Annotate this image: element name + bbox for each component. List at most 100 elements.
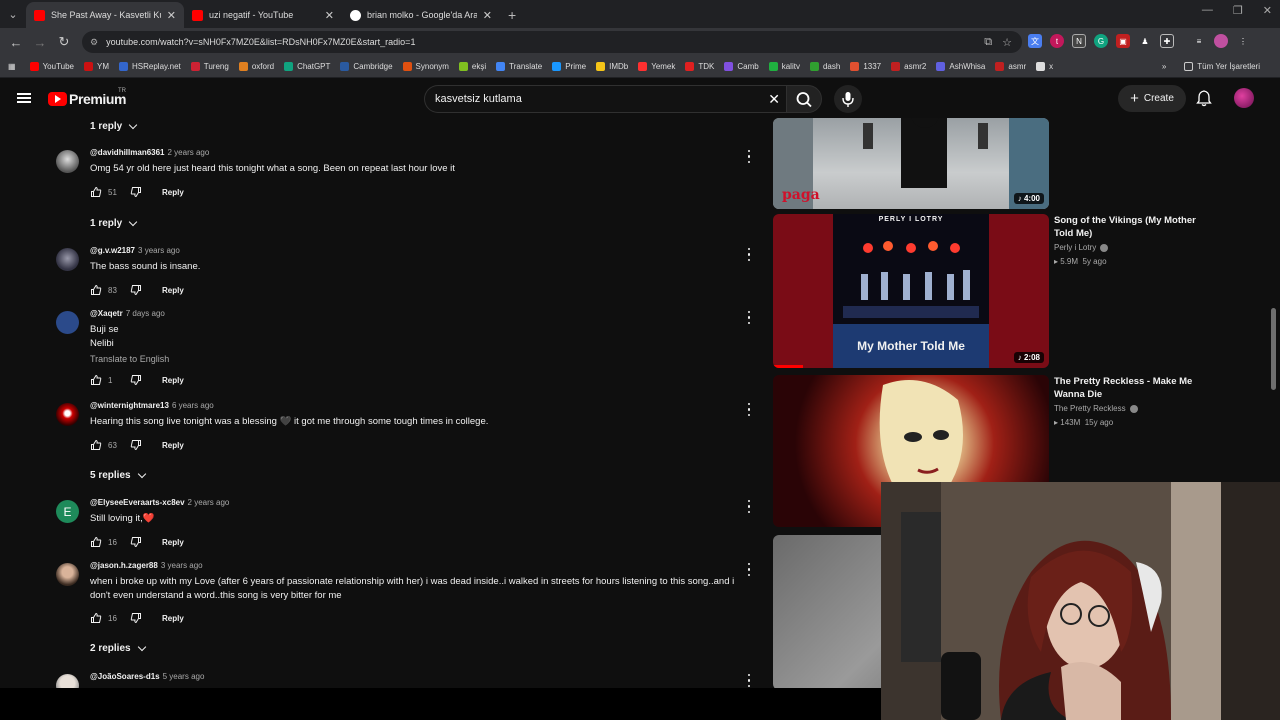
comment-menu-icon[interactable] [747,311,751,324]
bookmark-item[interactable]: Yemek [638,62,675,71]
video-thumbnail[interactable]: paga ♪ 4:00 [773,118,1049,209]
avatar[interactable]: E [56,500,79,523]
apps-grid-icon[interactable]: ▦ [8,62,16,71]
video-title[interactable]: The Pretty Reckless - Make Me Wanna Die [1054,375,1214,401]
browser-menu-icon[interactable]: ⋮ [1236,34,1250,48]
view-replies-toggle[interactable]: 2 replies [90,642,146,654]
bookmark-item[interactable]: HSReplay.net [119,62,181,71]
like-icon[interactable] [90,374,102,386]
comment-time[interactable]: 2 years ago [168,148,210,157]
notifications-bell-icon[interactable] [1196,90,1212,112]
account-avatar[interactable] [1234,88,1254,108]
tab-search-button[interactable]: ⌄ [0,0,26,28]
comment-time[interactable]: 5 years ago [163,672,205,681]
bookmark-item[interactable]: YouTube [29,62,74,71]
comment-author[interactable]: @g.v.w2187 [90,246,135,255]
comment-time[interactable]: 2 years ago [188,498,230,507]
bookmarks-overflow-icon[interactable]: » [1162,62,1166,71]
like-icon[interactable] [90,612,102,624]
view-replies-toggle[interactable]: 1 reply [90,217,138,229]
like-icon[interactable] [90,186,102,198]
bookmark-item[interactable]: Tureng [190,62,229,71]
avatar[interactable] [56,674,79,688]
avatar[interactable] [56,248,79,271]
dislike-icon[interactable] [130,536,142,548]
reply-button[interactable]: Reply [162,441,184,450]
comment-time[interactable]: 3 years ago [161,561,203,570]
comment-menu-icon[interactable] [747,403,751,416]
video-channel[interactable]: Perly i Lotry [1054,243,1109,252]
bookmark-item[interactable]: dash [809,62,840,71]
close-tab-icon[interactable]: ✕ [483,9,492,22]
comment-time[interactable]: 6 years ago [172,401,214,410]
comment-author[interactable]: @JoãoSoares-d1s [90,672,160,681]
close-tab-icon[interactable]: ✕ [167,9,176,22]
translate-extension-icon[interactable]: 文 [1028,34,1042,48]
extension-t-icon[interactable]: t [1050,34,1064,48]
reply-button[interactable]: Reply [162,188,184,197]
extension-red-icon[interactable]: ▣ [1116,34,1130,48]
tab-she-past-away[interactable]: She Past Away - Kasvetli Kutlam ✕ [26,2,184,28]
comment-menu-icon[interactable] [747,248,751,261]
clear-search-icon[interactable]: ✕ [768,91,780,108]
avatar[interactable] [56,563,79,586]
close-tab-icon[interactable]: ✕ [325,9,334,22]
comment-author[interactable]: @davidhillman6361 [90,148,165,157]
bookmark-item[interactable]: Translate [496,62,542,71]
bookmark-item[interactable]: Cambridge [340,62,393,71]
create-button[interactable]: + Create [1118,85,1186,112]
install-app-icon[interactable]: ⧉ [984,36,992,49]
comment-menu-icon[interactable] [747,150,751,163]
profile-avatar-icon[interactable] [1214,34,1228,48]
comment-time[interactable]: 7 days ago [126,309,165,318]
maximize-icon[interactable]: ❐ [1233,4,1243,17]
bookmark-item[interactable]: Synonym [402,62,449,71]
url-bar[interactable]: ⚙ youtube.com/watch?v=sNH0Fx7MZ0E&list=R… [82,31,1022,53]
close-window-icon[interactable]: ✕ [1263,4,1272,17]
site-info-icon[interactable]: ⚙ [90,37,98,48]
search-input[interactable]: kasvetsiz kutlama ✕ [424,85,788,113]
bookmark-item[interactable]: asmr2 [891,62,926,71]
bookmark-item[interactable]: ekşi [458,62,486,71]
back-icon[interactable]: ← [4,35,28,50]
youtube-premium-logo[interactable]: Premium TR [48,88,127,107]
bookmark-item[interactable]: TDK [685,62,714,71]
dislike-icon[interactable] [130,612,142,624]
bookmark-item[interactable]: asmr [995,62,1026,71]
reply-button[interactable]: Reply [162,376,184,385]
all-bookmarks-folder[interactable]: Tüm Yer İşaretleri [1184,62,1260,71]
reply-button[interactable]: Reply [162,286,184,295]
search-button[interactable] [786,85,822,113]
comment-author[interactable]: @winternightmare13 [90,401,169,410]
bookmark-item[interactable]: 1337 [850,62,881,71]
comment-author[interactable]: @Xaqetr [90,309,123,318]
grammarly-extension-icon[interactable]: G [1094,34,1108,48]
translate-link[interactable]: Translate to English [90,354,169,364]
dislike-icon[interactable] [130,374,142,386]
minimize-icon[interactable]: — [1202,4,1213,17]
like-icon[interactable] [90,284,102,296]
bookmark-item[interactable]: Prime [552,62,586,71]
dislike-icon[interactable] [130,284,142,296]
bookmark-item[interactable]: x [1036,62,1053,71]
bookmark-item[interactable]: AshWhisa [936,62,985,71]
avatar[interactable] [56,311,79,334]
bookmark-item[interactable]: ChatGPT [284,62,330,71]
voice-search-button[interactable] [834,85,862,113]
extensions-puzzle-icon[interactable]: ✚ [1160,34,1174,48]
comment-author[interactable]: @ElyseeEveraarts-xc8ev [90,498,185,507]
comment-menu-icon[interactable] [747,674,751,687]
avatar[interactable] [56,150,79,173]
like-icon[interactable] [90,439,102,451]
comment-menu-icon[interactable] [747,500,751,513]
reply-button[interactable]: Reply [162,538,184,547]
bookmark-item[interactable]: YM [84,62,109,71]
bookmark-star-icon[interactable]: ☆ [1002,36,1012,49]
reload-icon[interactable]: ↻ [52,34,76,50]
view-replies-toggle[interactable]: 1 reply [90,120,138,132]
comment-author[interactable]: @jason.h.zager88 [90,561,158,570]
extension-ghost-icon[interactable]: ♟ [1138,34,1152,48]
view-replies-toggle[interactable]: 5 replies [90,469,146,481]
bookmark-item[interactable]: Camb [724,62,759,71]
reading-list-icon[interactable]: ≡ [1192,34,1206,48]
